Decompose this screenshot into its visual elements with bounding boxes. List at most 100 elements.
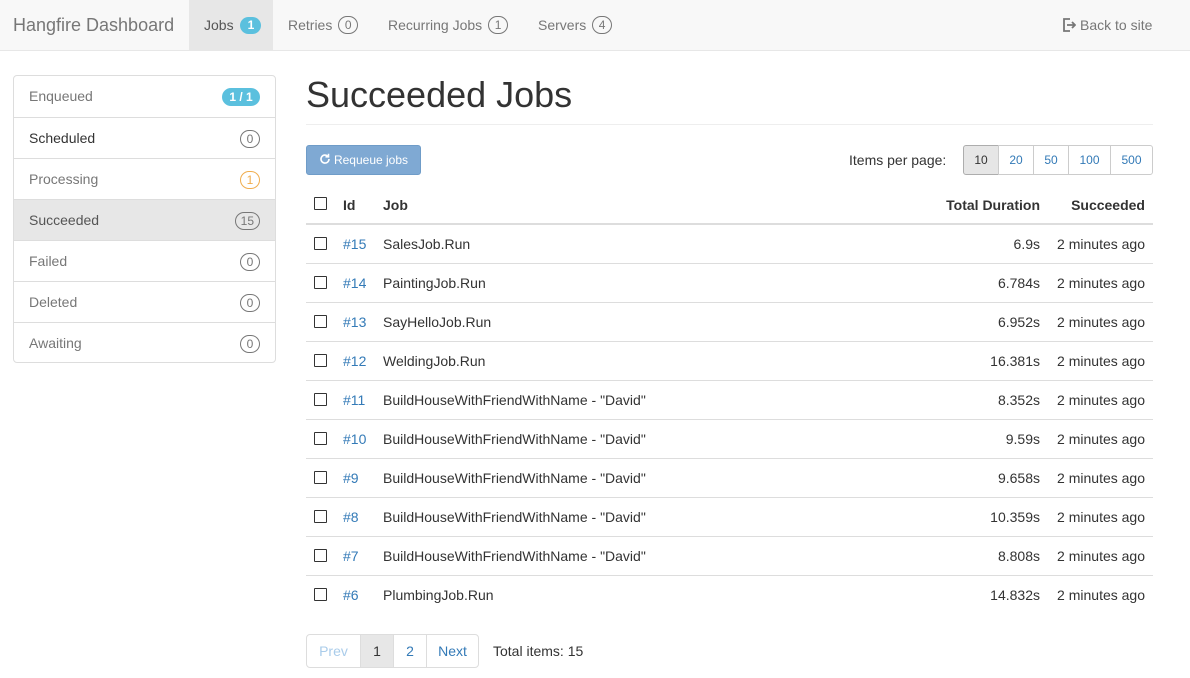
sidebar-item-label: Succeeded xyxy=(29,212,100,228)
job-id-link[interactable]: #9 xyxy=(343,459,359,498)
job-duration: 9.59s xyxy=(1005,431,1040,447)
sidebar-item-enqueued[interactable]: Enqueued 1 / 1 xyxy=(14,76,275,117)
job-name: PlumbingJob.Run xyxy=(383,587,494,603)
job-id-link[interactable]: #13 xyxy=(343,303,366,342)
job-succeeded-time: 2 minutes ago xyxy=(1057,509,1145,525)
table-row: #10 BuildHouseWithFriendWithName - "Davi… xyxy=(306,420,1153,459)
sidebar-item-label: Processing xyxy=(29,171,99,187)
job-name: BuildHouseWithFriendWithName - "David" xyxy=(383,431,646,447)
sidebar-item-label: Failed xyxy=(29,253,68,269)
job-id-link[interactable]: #8 xyxy=(343,498,359,537)
nav-servers-badge: 4 xyxy=(592,16,613,34)
column-header-job: Job xyxy=(383,197,408,213)
title-divider xyxy=(306,124,1153,125)
sidebar-item-scheduled[interactable]: Scheduled 0 xyxy=(14,117,275,158)
job-succeeded-time: 2 minutes ago xyxy=(1057,548,1145,564)
back-to-site-link[interactable]: Back to site xyxy=(1062,0,1152,50)
job-name: BuildHouseWithFriendWithName - "David" xyxy=(383,509,646,525)
requeue-jobs-button[interactable]: Requeue jobs xyxy=(306,145,421,175)
page-1-button[interactable]: 1 xyxy=(360,634,394,668)
table-row: #8 BuildHouseWithFriendWithName - "David… xyxy=(306,498,1153,537)
sidebar-item-deleted[interactable]: Deleted 0 xyxy=(14,281,275,322)
job-duration: 14.832s xyxy=(990,587,1040,603)
failed-count-badge: 0 xyxy=(240,253,260,271)
job-duration: 8.808s xyxy=(997,548,1040,564)
log-out-icon xyxy=(1063,18,1076,32)
row-checkbox[interactable] xyxy=(314,237,327,250)
requeue-jobs-label: Requeue jobs xyxy=(333,153,409,167)
nav-jobs-label: Jobs xyxy=(204,17,234,33)
sidebar-item-label: Deleted xyxy=(29,294,78,310)
row-checkbox[interactable] xyxy=(314,432,327,445)
job-name: BuildHouseWithFriendWithName - "David" xyxy=(383,392,646,408)
sidebar-item-label: Awaiting xyxy=(29,335,82,351)
awaiting-count-badge: 0 xyxy=(240,335,260,353)
table-row: #15 SalesJob.Run 6.9s 2 minutes ago xyxy=(306,225,1153,264)
scheduled-count-badge: 0 xyxy=(240,130,260,148)
row-checkbox[interactable] xyxy=(314,588,327,601)
nav-recurring-jobs-badge: 1 xyxy=(488,16,509,34)
prev-page-button[interactable]: Prev xyxy=(306,634,361,668)
items-per-page-10[interactable]: 10 xyxy=(963,145,999,175)
row-checkbox[interactable] xyxy=(314,276,327,289)
job-id-link[interactable]: #6 xyxy=(343,576,359,615)
table-row: #6 PlumbingJob.Run 14.832s 2 minutes ago xyxy=(306,576,1153,615)
row-checkbox[interactable] xyxy=(314,471,327,484)
job-id-link[interactable]: #14 xyxy=(343,264,366,303)
items-per-page-100[interactable]: 100 xyxy=(1068,145,1111,175)
job-succeeded-time: 2 minutes ago xyxy=(1057,392,1145,408)
job-id-link[interactable]: #15 xyxy=(343,225,366,264)
job-succeeded-time: 2 minutes ago xyxy=(1057,314,1145,330)
table-header: Id Job Total Duration Succeeded xyxy=(306,185,1153,225)
nav-jobs[interactable]: Jobs 1 xyxy=(189,0,273,50)
brand-title[interactable]: Hangfire Dashboard xyxy=(13,0,174,50)
items-per-page-50[interactable]: 50 xyxy=(1033,145,1069,175)
job-duration: 6.784s xyxy=(997,275,1040,291)
nav-retries-label: Retries xyxy=(288,17,333,33)
sidebar-item-label: Enqueued xyxy=(29,88,93,104)
job-name: PaintingJob.Run xyxy=(383,275,486,291)
table-row: #12 WeldingJob.Run 16.381s 2 minutes ago xyxy=(306,342,1153,381)
items-per-page-20[interactable]: 20 xyxy=(998,145,1034,175)
total-items-count: Total items: 15 xyxy=(493,643,584,659)
job-id-link[interactable]: #11 xyxy=(343,381,365,420)
job-id-link[interactable]: #7 xyxy=(343,537,359,576)
row-checkbox[interactable] xyxy=(314,315,327,328)
table-row: #14 PaintingJob.Run 6.784s 2 minutes ago xyxy=(306,264,1153,303)
row-checkbox[interactable] xyxy=(314,354,327,367)
job-name: BuildHouseWithFriendWithName - "David" xyxy=(383,548,646,564)
select-all-checkbox[interactable] xyxy=(314,197,327,210)
back-to-site-label: Back to site xyxy=(1080,17,1153,33)
nav-servers-label: Servers xyxy=(538,17,587,33)
table-row: #9 BuildHouseWithFriendWithName - "David… xyxy=(306,459,1153,498)
job-id-link[interactable]: #10 xyxy=(343,420,366,459)
sidebar-item-failed[interactable]: Failed 0 xyxy=(14,240,275,281)
pagination: Prev 1 2 Next xyxy=(306,634,479,668)
table-row: #7 BuildHouseWithFriendWithName - "David… xyxy=(306,537,1153,576)
top-navbar: Hangfire Dashboard Jobs 1 Retries 0 Recu… xyxy=(0,0,1190,51)
job-duration: 16.381s xyxy=(990,353,1040,369)
deleted-count-badge: 0 xyxy=(240,294,260,312)
items-per-page-500[interactable]: 500 xyxy=(1110,145,1153,175)
next-page-button[interactable]: Next xyxy=(426,634,479,668)
nav-recurring-jobs[interactable]: Recurring Jobs 1 xyxy=(388,0,509,50)
processing-count-badge: 1 xyxy=(240,171,260,189)
row-checkbox[interactable] xyxy=(314,549,327,562)
nav-servers[interactable]: Servers 4 xyxy=(538,0,613,50)
job-succeeded-time: 2 minutes ago xyxy=(1057,431,1145,447)
succeeded-count-badge: 15 xyxy=(234,212,260,230)
row-checkbox[interactable] xyxy=(314,510,327,523)
sidebar-item-succeeded[interactable]: Succeeded 15 xyxy=(14,199,275,240)
job-name: SalesJob.Run xyxy=(383,236,471,252)
page-2-button[interactable]: 2 xyxy=(393,634,427,668)
nav-jobs-badge: 1 xyxy=(240,17,262,34)
job-duration: 6.952s xyxy=(997,314,1040,330)
row-checkbox[interactable] xyxy=(314,393,327,406)
sidebar-item-processing[interactable]: Processing 1 xyxy=(14,158,275,199)
job-id-link[interactable]: #12 xyxy=(343,342,366,381)
items-per-page-group: 10 20 50 100 500 xyxy=(963,145,1153,175)
job-succeeded-time: 2 minutes ago xyxy=(1057,353,1145,369)
sidebar-item-awaiting[interactable]: Awaiting 0 xyxy=(14,322,275,363)
nav-retries[interactable]: Retries 0 xyxy=(288,0,359,50)
refresh-icon xyxy=(320,153,330,164)
